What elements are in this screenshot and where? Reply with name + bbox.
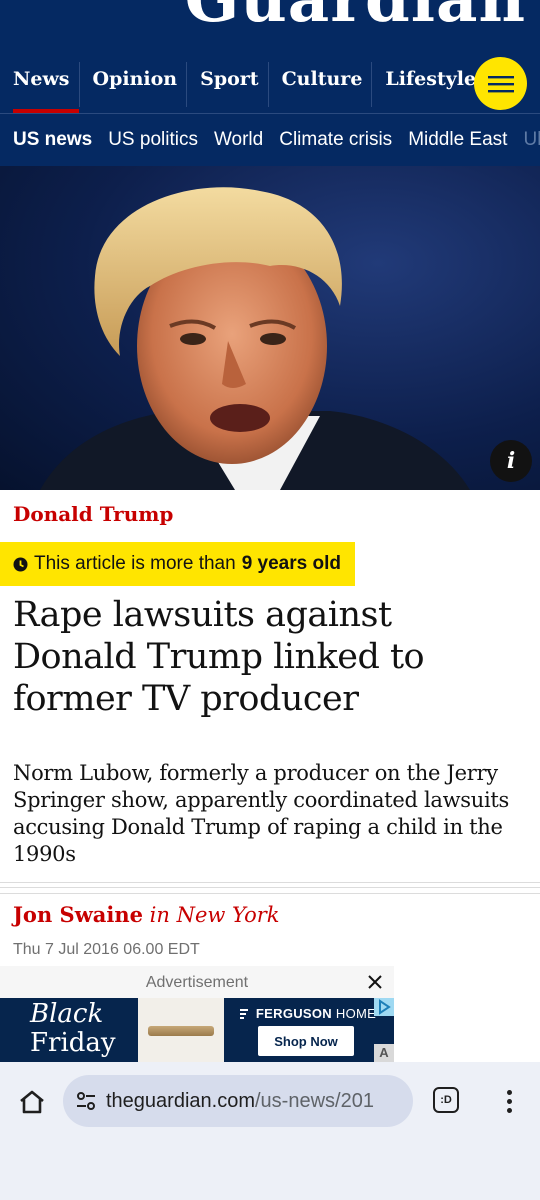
ad-product-image (138, 998, 224, 1062)
tab-switcher-button[interactable]: :D (433, 1087, 459, 1113)
ad-brand-name: FERGUSON (255, 1006, 332, 1021)
menu-button[interactable] (474, 57, 527, 110)
advertisement-label: Advertisement (145, 974, 249, 991)
pillar-nav: News Opinion Sport Culture Lifestyle (0, 62, 485, 113)
section-subnav: US news US politics World Climate crisis… (0, 113, 540, 166)
subnav-uk[interactable]: Uk (510, 129, 540, 151)
hamburger-icon (487, 75, 514, 92)
ad-brand: FERGUSON HOME (240, 1006, 376, 1021)
subnav-climate-crisis[interactable]: Climate crisis (266, 129, 395, 151)
series-kicker[interactable]: Donald Trump (13, 502, 173, 526)
subnav-world[interactable]: World (201, 129, 266, 151)
pillar-sport[interactable]: Sport (186, 62, 267, 107)
article-headline: Rape lawsuits against Donald Trump linke… (13, 595, 425, 719)
ad-shop-now-button[interactable]: Shop Now (258, 1026, 354, 1056)
adchoices-triangle-icon (379, 999, 391, 1015)
ad-badge: A (374, 1044, 394, 1062)
cabinet-handle-image (148, 1026, 214, 1036)
ad-headline-line2: Friday (30, 1028, 116, 1058)
close-icon (368, 975, 382, 989)
guardian-logo[interactable]: Guardian (185, 0, 526, 37)
site-settings-icon (77, 1092, 95, 1110)
url-path: /us-news/201 (254, 1089, 374, 1112)
pillar-lifestyle[interactable]: Lifestyle (371, 62, 485, 107)
byline: Jon Swaine in New York (13, 902, 280, 927)
divider (0, 893, 540, 894)
hero-portrait (40, 187, 470, 490)
pillar-opinion[interactable]: Opinion (78, 62, 187, 107)
masthead: Guardian News Opinion Sport Culture Life… (0, 0, 540, 113)
subnav-us-politics[interactable]: US politics (95, 129, 201, 151)
subnav-us-news[interactable]: US news (0, 129, 95, 151)
author-link[interactable]: Jon Swaine (13, 902, 143, 927)
divider (0, 882, 540, 883)
more-dot-icon (506, 1098, 512, 1104)
age-warning-text: This article is more than (34, 553, 236, 574)
address-bar[interactable]: theguardian.com/us-news/201 (63, 1075, 413, 1127)
divider (0, 887, 540, 888)
publish-date: Thu 7 Jul 2016 06.00 EDT (13, 941, 200, 958)
browser-toolbar: theguardian.com/us-news/201 :D (0, 1062, 540, 1200)
ad-banner[interactable]: Black Friday FERGUSON HOME Shop Now A (0, 998, 394, 1062)
pillar-culture[interactable]: Culture (267, 62, 372, 107)
more-options-button[interactable] (494, 1084, 524, 1118)
more-dot-icon (506, 1107, 512, 1113)
hero-image: i (0, 166, 540, 490)
url-host: theguardian.com (106, 1089, 255, 1112)
image-info-button[interactable]: i (490, 440, 532, 482)
home-button[interactable] (14, 1084, 50, 1120)
ad-close-button[interactable] (362, 969, 388, 995)
clock-icon (13, 557, 28, 571)
article-standfirst: Norm Lubow, formerly a producer on the J… (13, 761, 510, 866)
more-dot-icon (506, 1089, 512, 1095)
pillar-news[interactable]: News (0, 62, 79, 113)
subnav-middle-east[interactable]: Middle East (395, 129, 510, 151)
ferguson-logo-icon (240, 1009, 248, 1019)
article-age-warning: This article is more than 9 years old (0, 542, 355, 586)
adchoices-icon[interactable] (374, 998, 394, 1016)
advertisement-header: Advertisement (0, 966, 394, 998)
byline-location: in New York (149, 903, 280, 927)
ad-headline: Black Friday (30, 1000, 116, 1058)
ad-headline-line1: Black (30, 999, 104, 1029)
ad-brand-suffix: HOME (335, 1006, 377, 1021)
age-warning-value: 9 years old (241, 553, 341, 574)
home-icon (20, 1090, 44, 1114)
